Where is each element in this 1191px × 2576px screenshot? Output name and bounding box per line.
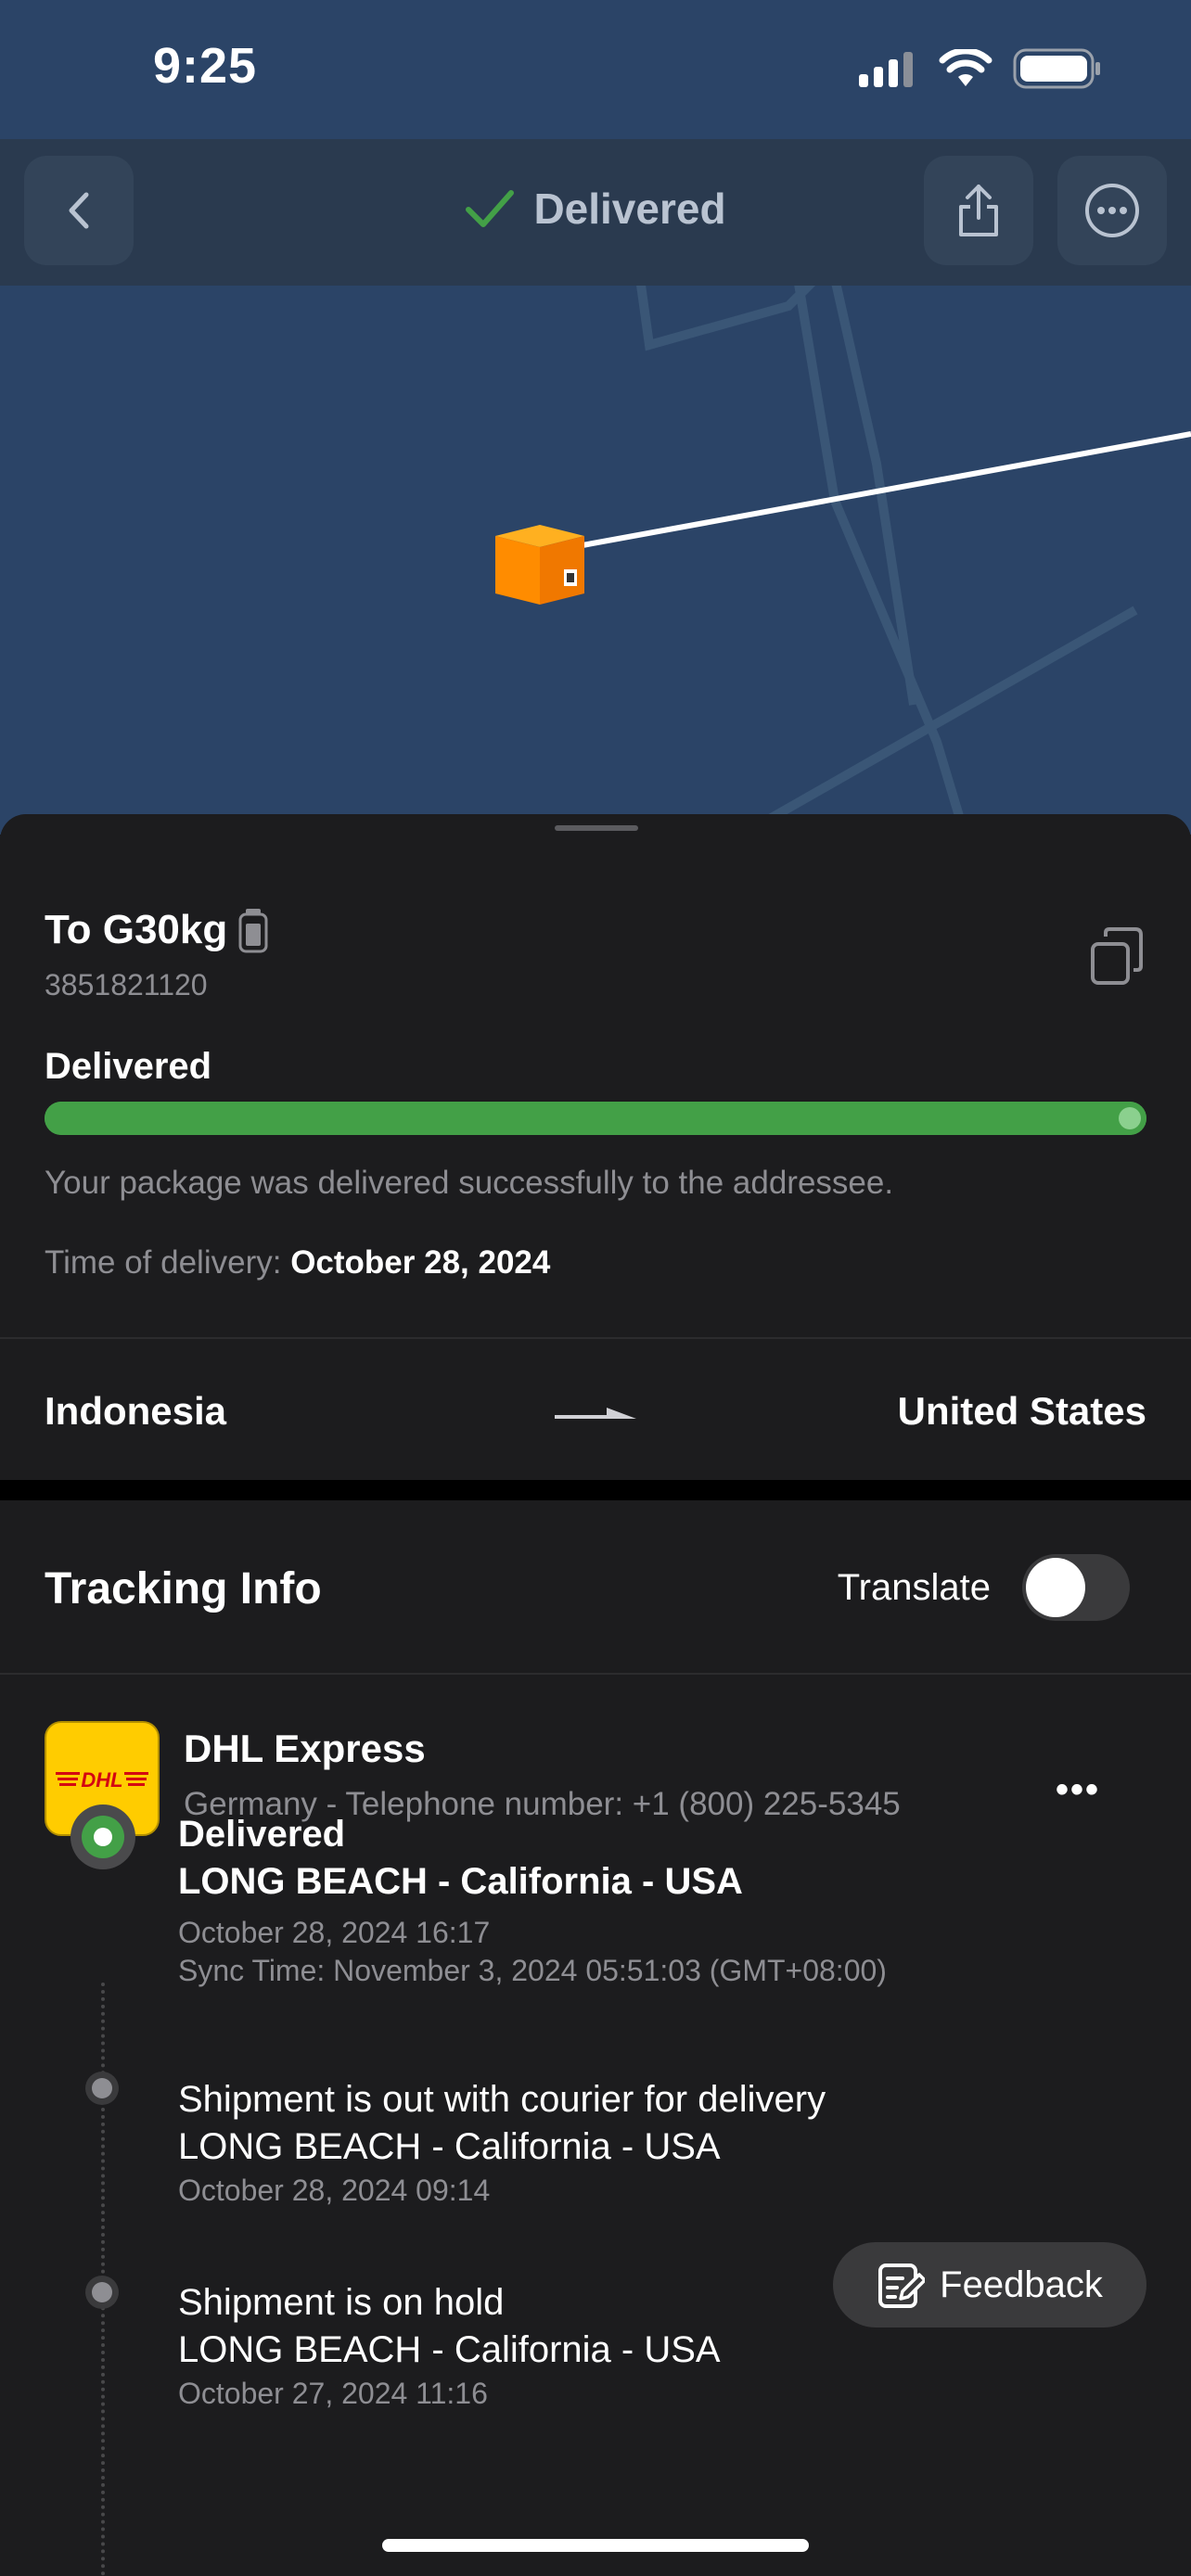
share-icon [959,185,998,236]
carrier-name: DHL Express [184,1727,426,1770]
status-bar: 9:25 [0,0,1191,139]
delivery-description: Your package was delivered successfully … [45,1165,894,1201]
tracking-number: 3851821120 [45,968,208,1001]
toggle-knob [1026,1558,1085,1617]
timeline-dot-current [70,1804,135,1869]
wifi-icon [939,49,992,86]
translate-label: Translate [837,1567,991,1608]
copy-tracking-number-button[interactable] [1089,925,1145,987]
tracking-sheet: To G30kg 3851821120 Delivered Your packa… [0,814,1191,2576]
event-location: LONG BEACH - California - USA [178,1861,743,1902]
translate-toggle[interactable] [1022,1554,1130,1621]
delivery-time: Time of delivery: October 28, 2024 [45,1244,550,1282]
status-icons [859,48,1102,89]
dhl-logo-mark: DHL [56,1768,148,1792]
event-status: Shipment is out with courier for deliver… [178,2079,826,2120]
battery-status-icon [1013,48,1100,89]
delivery-progress-bar [45,1102,1146,1135]
feedback-edit-icon [878,2264,926,2308]
divider [0,1673,1191,1675]
event-status: Shipment is on hold [178,2282,505,2323]
route-row: Indonesia United States [0,1337,1191,1478]
feedback-label: Feedback [940,2264,1103,2305]
cellular-signal-icon [859,52,913,87]
route-arrow-icon [555,1408,636,1419]
feedback-button[interactable]: Feedback [833,2242,1146,2327]
event-status: Delivered [178,1814,346,1855]
package-name: To G30kg [45,907,228,952]
status-time: 9:25 [153,38,258,94]
section-gap [0,1480,1191,1500]
origin-country: Indonesia [45,1389,227,1433]
progress-end-dot [1119,1107,1141,1129]
event-location: LONG BEACH - California - USA [178,2329,721,2370]
copy-icon [1091,927,1143,985]
tracking-event: Shipment is out with courier for deliver… [178,2079,826,2208]
sheet-grabber[interactable] [555,825,638,831]
more-options-button[interactable] [1057,156,1167,265]
home-indicator[interactable] [382,2539,809,2552]
event-time: October 27, 2024 11:16 [178,2377,488,2410]
checkmark-icon [466,190,515,227]
progress-fill [45,1102,1146,1135]
navigation-bar: Delivered [0,139,1191,286]
timeline-dot [85,2072,119,2105]
event-location: LONG BEACH - California - USA [178,2126,721,2167]
battery-icon [238,909,268,953]
delivery-time-label: Time of delivery: [45,1244,282,1281]
event-sync-time: Sync Time: November 3, 2024 05:51:03 (GM… [178,1954,887,1987]
destination-country: United States [897,1389,1146,1433]
package-title: To G30kg [45,907,270,953]
tracking-event: Delivered LONG BEACH - California - USA … [178,1814,887,1988]
package-box-icon[interactable] [490,516,590,608]
dhl-logo-text: DHL [81,1768,122,1792]
more-options-icon [1085,184,1139,237]
carrier-more-button[interactable]: ••• [1056,1769,1100,1811]
tracking-info-heading: Tracking Info [45,1564,322,1613]
nav-title-text: Delivered [533,185,726,233]
event-time: October 28, 2024 09:14 [178,2174,491,2207]
share-button[interactable] [924,156,1033,265]
delivery-time-value: October 28, 2024 [290,1244,551,1281]
delivery-status-label: Delivered [45,1046,212,1087]
event-time: October 28, 2024 16:17 [178,1916,491,1949]
tracking-event: Shipment is on hold LONG BEACH - Califor… [178,2282,721,2411]
timeline-dot [85,2276,119,2309]
